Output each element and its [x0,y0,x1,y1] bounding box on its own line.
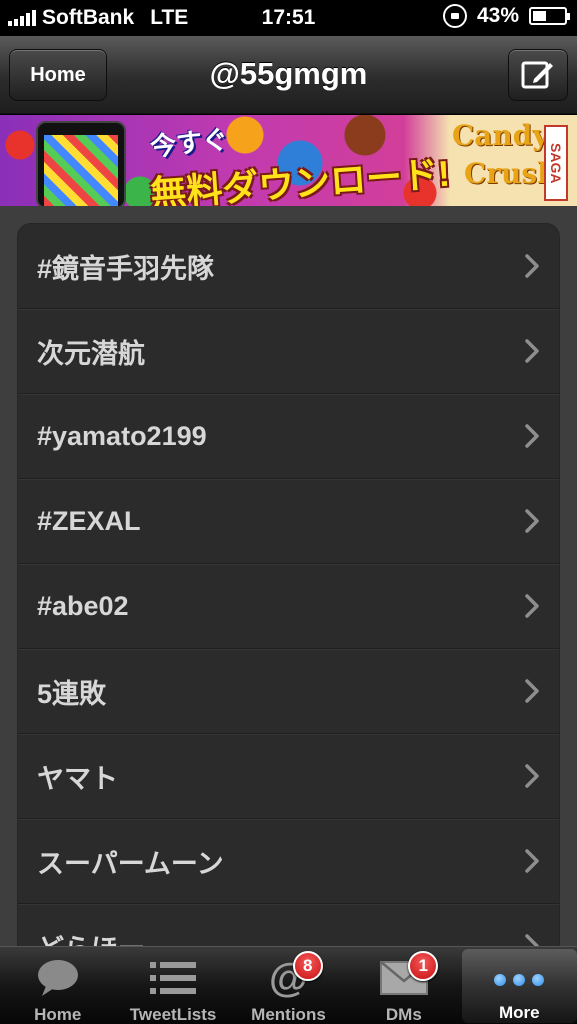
carrier-name: SoftBank [42,6,135,29]
network-type: LTE [150,6,189,29]
compose-icon [521,61,553,89]
ad-logo-saga: SAGA [544,125,568,201]
list-item-label: ヤマト [37,763,118,794]
chevron-right-icon [525,339,539,363]
list-item-label: #ZEXAL [37,505,141,536]
tab-label: More [498,1003,540,1022]
list-item-label: #yamato2199 [37,420,207,451]
chevron-right-icon [525,594,539,618]
tab-label: Home [34,1005,82,1024]
list-item[interactable]: #abe02 [18,564,559,649]
list-item[interactable]: #yamato2199 [18,394,559,479]
list-item-label: 次元潜航 [37,338,145,369]
tab-more[interactable]: More [461,949,577,1023]
chevron-right-icon [525,849,539,873]
ad-headline-small: 今すぐ [148,123,230,162]
tab-tweetlists[interactable]: TweetLists [115,947,230,1024]
list-item-label: 5連敗 [37,678,107,709]
content-area[interactable]: #鏡音手羽先隊 次元潜航 #yamato2199 #ZEXAL #abe02 5連敗ヤマト… [0,206,577,946]
battery-percent: 43% [476,4,519,27]
list-item-label: どらほー [37,927,145,947]
battery-icon [529,7,570,25]
tab-bar: Home TweetLists @8 Mentions 1 DMs More [0,946,577,1024]
list-item[interactable]: スーパームーン [18,819,559,904]
chevron-right-icon [525,934,539,946]
ad-logo-candy: Candy [452,119,549,152]
page-title: @55gmgm [209,56,368,91]
list-item[interactable]: 5連敗 [18,649,559,734]
list-item[interactable]: 次元潜航 [18,309,559,394]
chevron-right-icon [525,254,539,278]
list-item[interactable]: どらほー [18,904,559,946]
chevron-right-icon [525,424,539,448]
list-item-label: スーパームーン [37,848,224,879]
notification-badge: 8 [292,951,323,981]
ad-phone-image [36,121,126,206]
list-item[interactable]: ヤマト [18,734,559,819]
chevron-right-icon [525,679,539,703]
tab-dms[interactable]: 1 DMs [346,947,461,1024]
more-dots-icon [494,959,545,1001]
signal-strength-icon [8,10,36,26]
compose-button[interactable] [508,49,568,101]
list-item[interactable]: #鏡音手羽先隊 [18,224,559,309]
navigation-bar: Home @55gmgm [0,36,577,114]
saved-search-list: #鏡音手羽先隊 次元潜航 #yamato2199 #ZEXAL #abe02 5連敗ヤマト… [17,223,560,946]
list-item[interactable]: #ZEXAL [18,479,559,564]
rotation-lock-icon [442,4,467,28]
notification-badge: 1 [408,951,439,981]
tab-mentions[interactable]: @8 Mentions [231,947,346,1024]
speech-bubble-icon [36,957,80,999]
tab-home[interactable]: Home [0,947,115,1024]
tab-label: DMs [385,1005,422,1024]
list-item-label: #abe02 [37,590,129,621]
status-bar: SoftBank LTE 17:51 43% [0,0,577,36]
ad-logo: Candy Crush SAGA [452,119,572,203]
ad-banner[interactable]: 今すぐ 無料ダウンロード! Candy Crush SAGA [0,115,577,206]
tab-label: TweetLists [129,1005,217,1024]
chevron-right-icon [525,764,539,788]
home-back-button[interactable]: Home [9,49,107,101]
tab-label: Mentions [251,1005,326,1024]
chevron-right-icon [525,509,539,533]
list-item-label: #鏡音手羽先隊 [37,253,215,284]
list-icon [150,957,197,999]
